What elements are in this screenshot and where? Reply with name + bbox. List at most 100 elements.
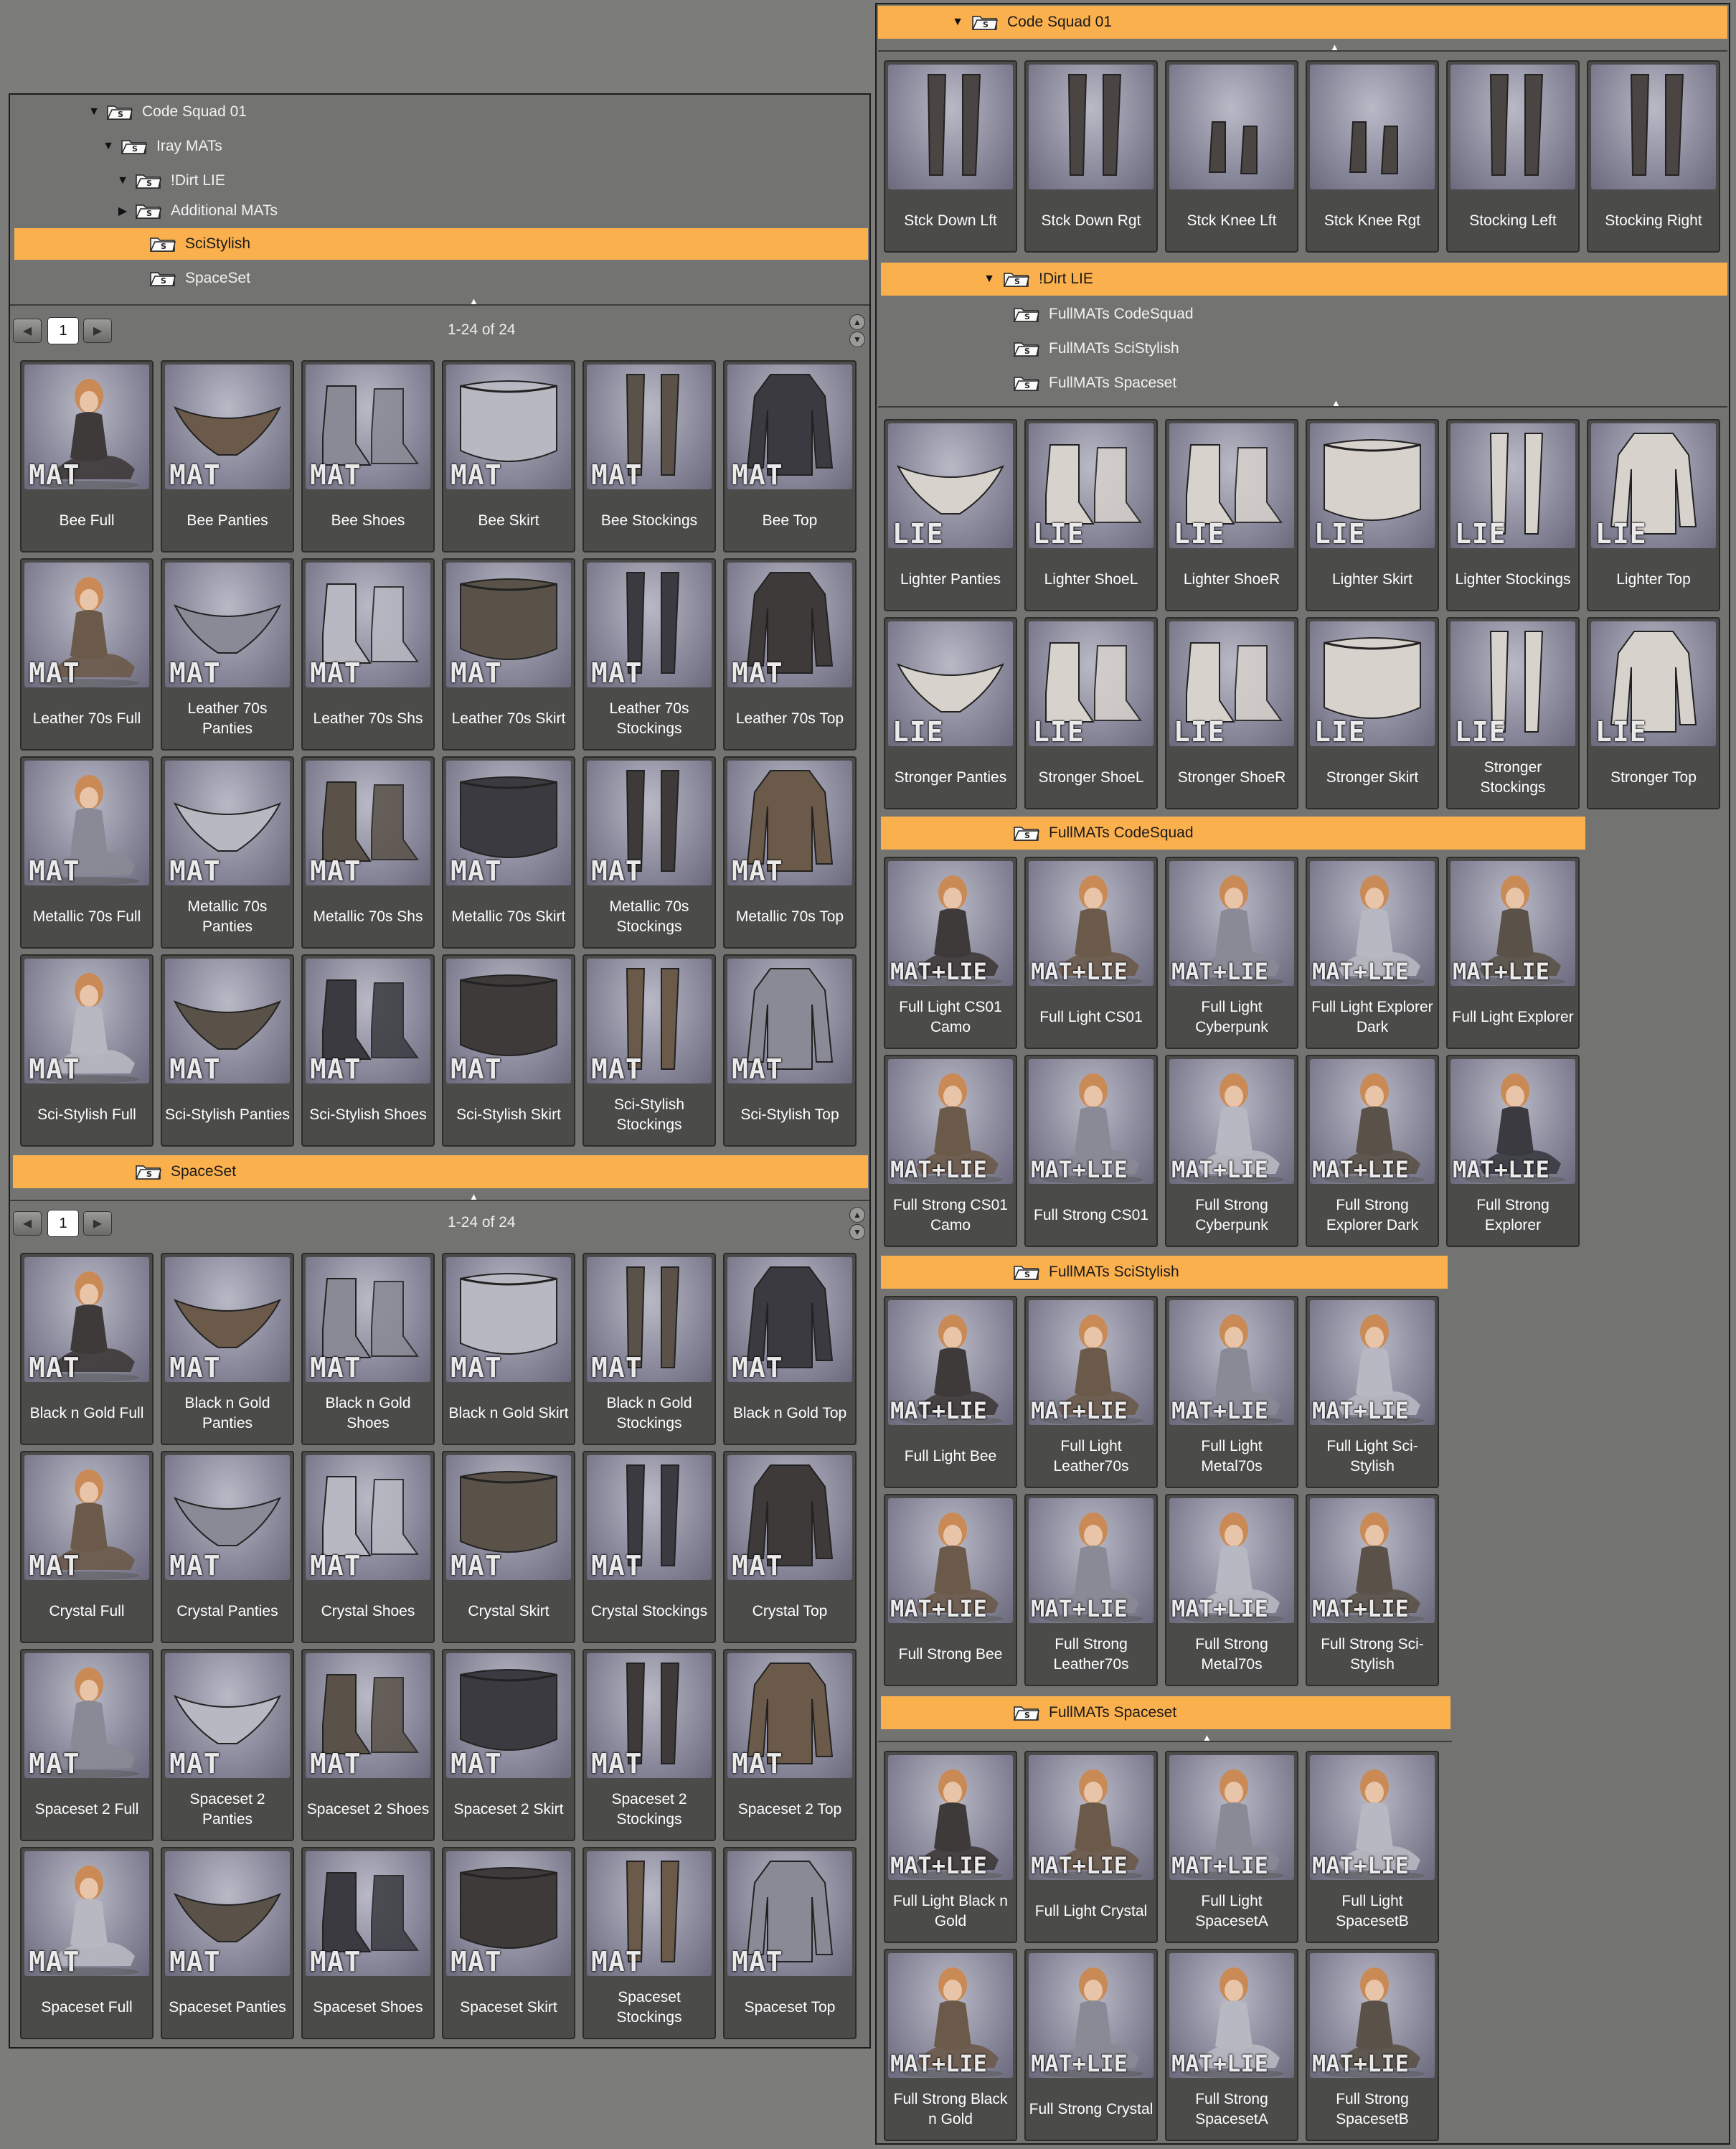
asset-tile-stck-down-lft[interactable]: Stck Down Lft xyxy=(884,60,1017,253)
asset-tile-spaceset-skirt[interactable]: MAT Spaceset Skirt xyxy=(442,1847,575,2039)
scroll-up-icon[interactable]: ▲ xyxy=(849,314,865,330)
asset-tile-stck-knee-rgt[interactable]: Stck Knee Rgt xyxy=(1306,60,1439,253)
asset-tile-full-light-cs01-camo[interactable]: MAT+LIE Full Light CS01 Camo xyxy=(884,857,1017,1049)
asset-tile-metallic-70s-panties[interactable]: MAT Metallic 70s Panties xyxy=(161,756,294,949)
asset-tile-bee-full[interactable]: MAT Bee Full xyxy=(20,360,154,552)
asset-tile-crystal-stockings[interactable]: MAT Crystal Stockings xyxy=(582,1451,716,1643)
asset-tile-bee-top[interactable]: MAT Bee Top xyxy=(723,360,857,552)
asset-tile-metallic-70s-full[interactable]: MAT Metallic 70s Full xyxy=(20,756,154,949)
asset-tile-black-n-gold-stockings[interactable]: MAT Black n Gold Stockings xyxy=(582,1253,716,1445)
asset-tile-spaceset-2-stockings[interactable]: MAT Spaceset 2 Stockings xyxy=(582,1649,716,1841)
asset-tile-metallic-70s-stockings[interactable]: MAT Metallic 70s Stockings xyxy=(582,756,716,949)
asset-tile-full-light-cs01[interactable]: MAT+LIE Full Light CS01 xyxy=(1024,857,1158,1049)
fullmats-scistylish-header[interactable]: S FullMATs SciStylish xyxy=(881,1256,1448,1289)
asset-tile-spaceset-stockings[interactable]: MAT Spaceset Stockings xyxy=(582,1847,716,2039)
fullmats-codesquad-header[interactable]: S FullMATs CodeSquad xyxy=(881,817,1585,850)
next-page-icon[interactable]: ▶ xyxy=(83,319,112,343)
asset-tile-metallic-70s-skirt[interactable]: MAT Metallic 70s Skirt xyxy=(442,756,575,949)
asset-tile-bee-stockings[interactable]: MAT Bee Stockings xyxy=(582,360,716,552)
asset-tile-bee-panties[interactable]: MAT Bee Panties xyxy=(161,360,294,552)
asset-tile-black-n-gold-full[interactable]: MAT Black n Gold Full xyxy=(20,1253,154,1445)
asset-tile-full-light-leather70s[interactable]: MAT+LIE Full Light Leather70s xyxy=(1024,1296,1158,1488)
asset-tile-spaceset-2-panties[interactable]: MAT Spaceset 2 Panties xyxy=(161,1649,294,1841)
right-top-divider[interactable]: ▲ xyxy=(878,42,1727,57)
triangle-down-icon[interactable] xyxy=(981,273,997,286)
code-squad-folder-header[interactable]: S Code Squad 01 xyxy=(878,6,1727,39)
asset-tile-stck-knee-lft[interactable]: Stck Knee Lft xyxy=(1165,60,1298,253)
asset-tile-stocking-left[interactable]: Stocking Left xyxy=(1446,60,1580,253)
asset-tile-lighter-skirt[interactable]: LIE Lighter Skirt xyxy=(1306,419,1439,611)
asset-tile-sci-stylish-stockings[interactable]: MAT Sci-Stylish Stockings xyxy=(582,954,716,1147)
asset-tile-full-strong-bee[interactable]: MAT+LIE Full Strong Bee xyxy=(884,1494,1017,1686)
collapse-arrow-icon[interactable]: ▲ xyxy=(1331,398,1341,408)
asset-tile-full-strong-explorer[interactable]: MAT+LIE Full Strong Explorer xyxy=(1446,1055,1580,1247)
asset-tile-leather-70s-shs[interactable]: MAT Leather 70s Shs xyxy=(301,558,435,751)
asset-tile-full-light-sci-stylish[interactable]: MAT+LIE Full Light Sci-Stylish xyxy=(1306,1296,1439,1488)
collapse-arrow-icon[interactable]: ▲ xyxy=(469,296,478,306)
asset-tile-sci-stylish-panties[interactable]: MAT Sci-Stylish Panties xyxy=(161,954,294,1147)
asset-tile-full-strong-sci-stylish[interactable]: MAT+LIE Full Strong Sci-Stylish xyxy=(1306,1494,1439,1686)
asset-tile-full-strong-spacesetb[interactable]: MAT+LIE Full Strong SpacesetB xyxy=(1306,1949,1439,2141)
page-number-input[interactable]: 1 xyxy=(47,317,79,344)
asset-tile-full-strong-leather70s[interactable]: MAT+LIE Full Strong Leather70s xyxy=(1024,1494,1158,1686)
subfolder-fullmats-spaceset[interactable]: S FullMATs Spaceset xyxy=(881,367,1670,399)
next-page-icon[interactable]: ▶ xyxy=(83,1211,112,1236)
asset-tile-stronger-shoer[interactable]: LIE Stronger ShoeR xyxy=(1165,617,1298,809)
tree-item-dirt-lie[interactable]: S !Dirt LIE xyxy=(14,165,803,197)
asset-tile-full-strong-cs01-camo[interactable]: MAT+LIE Full Strong CS01 Camo xyxy=(884,1055,1017,1247)
asset-tile-metallic-70s-top[interactable]: MAT Metallic 70s Top xyxy=(723,756,857,949)
asset-tile-spaceset-full[interactable]: MAT Spaceset Full xyxy=(20,1847,154,2039)
asset-tile-lighter-stockings[interactable]: LIE Lighter Stockings xyxy=(1446,419,1580,611)
page-number-input[interactable]: 1 xyxy=(47,1210,79,1237)
scroll-down-icon[interactable]: ▼ xyxy=(849,1224,865,1240)
asset-tile-spaceset-shoes[interactable]: MAT Spaceset Shoes xyxy=(301,1847,435,2039)
collapse-arrow-icon[interactable]: ▲ xyxy=(1330,42,1339,52)
asset-tile-leather-70s-top[interactable]: MAT Leather 70s Top xyxy=(723,558,857,751)
asset-tile-spaceset-2-skirt[interactable]: MAT Spaceset 2 Skirt xyxy=(442,1649,575,1841)
asset-tile-crystal-skirt[interactable]: MAT Crystal Skirt xyxy=(442,1451,575,1643)
asset-tile-sci-stylish-shoes[interactable]: MAT Sci-Stylish Shoes xyxy=(301,954,435,1147)
right-subfolder-divider[interactable]: ▲ xyxy=(878,398,1727,413)
asset-tile-stronger-shoel[interactable]: LIE Stronger ShoeL xyxy=(1024,617,1158,809)
left-header-divider[interactable]: ▲ xyxy=(10,1191,869,1207)
tree-item-code-squad-01[interactable]: S Code Squad 01 xyxy=(14,96,803,128)
asset-tile-spaceset-2-top[interactable]: MAT Spaceset 2 Top xyxy=(723,1649,857,1841)
previous-page-icon[interactable]: ◀ xyxy=(13,1211,42,1236)
right-spaceset-divider[interactable]: ▲ xyxy=(878,1732,1452,1748)
asset-tile-stocking-right[interactable]: Stocking Right xyxy=(1587,60,1720,253)
asset-tile-lighter-shoer[interactable]: LIE Lighter ShoeR xyxy=(1165,419,1298,611)
asset-tile-full-light-cyberpunk[interactable]: MAT+LIE Full Light Cyberpunk xyxy=(1165,857,1298,1049)
asset-tile-full-light-metal70s[interactable]: MAT+LIE Full Light Metal70s xyxy=(1165,1296,1298,1488)
asset-tile-full-light-bee[interactable]: MAT+LIE Full Light Bee xyxy=(884,1296,1017,1488)
spaceset-folder-header[interactable]: S SpaceSet xyxy=(13,1155,868,1188)
asset-tile-sci-stylish-top[interactable]: MAT Sci-Stylish Top xyxy=(723,954,857,1147)
asset-tile-lighter-top[interactable]: LIE Lighter Top xyxy=(1587,419,1720,611)
asset-tile-stck-down-rgt[interactable]: Stck Down Rgt xyxy=(1024,60,1158,253)
collapse-arrow-icon[interactable]: ▲ xyxy=(1202,1732,1212,1743)
asset-tile-black-n-gold-skirt[interactable]: MAT Black n Gold Skirt xyxy=(442,1253,575,1445)
asset-tile-bee-skirt[interactable]: MAT Bee Skirt xyxy=(442,360,575,552)
asset-tile-black-n-gold-top[interactable]: MAT Black n Gold Top xyxy=(723,1253,857,1445)
asset-tile-crystal-panties[interactable]: MAT Crystal Panties xyxy=(161,1451,294,1643)
asset-tile-lighter-shoel[interactable]: LIE Lighter ShoeL xyxy=(1024,419,1158,611)
asset-tile-crystal-full[interactable]: MAT Crystal Full xyxy=(20,1451,154,1643)
asset-tile-spaceset-top[interactable]: MAT Spaceset Top xyxy=(723,1847,857,2039)
asset-tile-leather-70s-panties[interactable]: MAT Leather 70s Panties xyxy=(161,558,294,751)
asset-tile-leather-70s-stockings[interactable]: MAT Leather 70s Stockings xyxy=(582,558,716,751)
asset-tile-sci-stylish-full[interactable]: MAT Sci-Stylish Full xyxy=(20,954,154,1147)
asset-tile-full-light-spaceseta[interactable]: MAT+LIE Full Light SpacesetA xyxy=(1165,1751,1298,1943)
asset-tile-lighter-panties[interactable]: LIE Lighter Panties xyxy=(884,419,1017,611)
asset-tile-leather-70s-skirt[interactable]: MAT Leather 70s Skirt xyxy=(442,558,575,751)
tree-item-spaceset[interactable]: S SpaceSet xyxy=(14,263,803,294)
collapse-arrow-icon[interactable]: ▲ xyxy=(469,1191,478,1202)
asset-tile-crystal-top[interactable]: MAT Crystal Top xyxy=(723,1451,857,1643)
asset-tile-leather-70s-full[interactable]: MAT Leather 70s Full xyxy=(20,558,154,751)
scroll-down-icon[interactable]: ▼ xyxy=(849,331,865,347)
triangle-down-icon[interactable] xyxy=(115,174,131,187)
previous-page-icon[interactable]: ◀ xyxy=(13,319,42,343)
asset-tile-full-strong-black-n-gold[interactable]: MAT+LIE Full Strong Black n Gold xyxy=(884,1949,1017,2141)
asset-tile-black-n-gold-shoes[interactable]: MAT Black n Gold Shoes xyxy=(301,1253,435,1445)
asset-tile-black-n-gold-panties[interactable]: MAT Black n Gold Panties xyxy=(161,1253,294,1445)
left-tree-divider[interactable]: ▲ xyxy=(10,296,869,311)
asset-tile-full-light-spacesetb[interactable]: MAT+LIE Full Light SpacesetB xyxy=(1306,1751,1439,1943)
